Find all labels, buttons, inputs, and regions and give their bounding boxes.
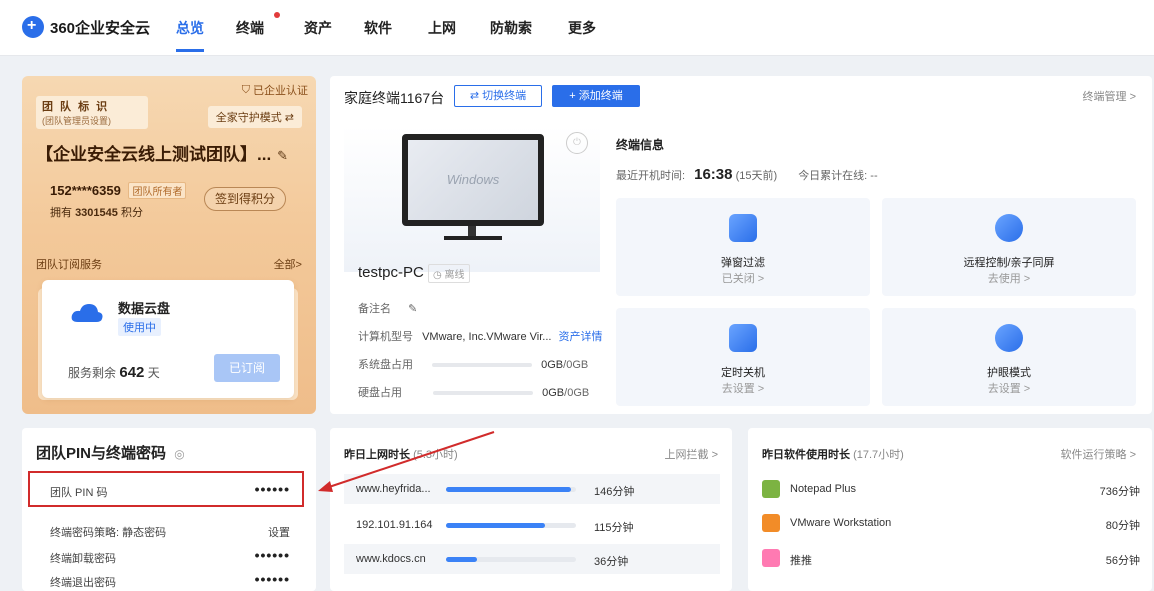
power-schedule-icon bbox=[729, 324, 757, 352]
shield-icon: ⛉ bbox=[241, 83, 250, 96]
pin-title: 团队PIN与终端密码 ◎ bbox=[36, 445, 185, 462]
logo-icon bbox=[22, 16, 44, 38]
software-usage-title: 昨日软件使用时长 (17.7小时) bbox=[762, 449, 904, 461]
model-row: 计算机型号 VMware, Inc.VMware Vir... 资产详情 bbox=[358, 331, 603, 343]
nav-internet[interactable]: 上网 bbox=[428, 18, 456, 38]
subscription-all-link[interactable]: 全部> bbox=[274, 256, 302, 272]
notepad-plus-icon bbox=[762, 480, 780, 498]
nav-terminal[interactable]: 终端 bbox=[236, 18, 264, 38]
nav-ransomware[interactable]: 防勒索 bbox=[490, 18, 532, 38]
team-tag: 团 队 标 识 (团队管理员设置) bbox=[36, 96, 148, 129]
internet-block-link[interactable]: 上网拦截 > bbox=[665, 446, 718, 462]
internet-usage-title: 昨日上网时长 (5.3小时) bbox=[344, 449, 458, 461]
nav-assets[interactable]: 资产 bbox=[304, 18, 332, 38]
pc-name: testpc-PC bbox=[358, 264, 424, 281]
list-item[interactable]: www.heyfrida... 146分钟 bbox=[344, 474, 720, 504]
owner-phone: 152****6359 团队所有者 bbox=[50, 182, 187, 199]
eye-care-tile[interactable]: 护眼模式 去设置 > bbox=[882, 308, 1136, 406]
points-info: 拥有 3301545 积分 bbox=[50, 207, 143, 219]
edit-icon[interactable]: ✎ bbox=[277, 148, 288, 163]
pc-preview: Windows bbox=[344, 126, 600, 272]
remote-control-tile[interactable]: 远程控制/亲子同屏 去使用 > bbox=[882, 198, 1136, 296]
note-row: 备注名 ✎ bbox=[358, 303, 418, 315]
usage-bar-fill bbox=[446, 487, 571, 492]
app-logo[interactable]: 360企业安全云 bbox=[22, 16, 150, 38]
eye-care-icon bbox=[995, 324, 1023, 352]
signin-button[interactable]: 签到得积分 bbox=[204, 187, 286, 211]
software-usage-panel: 昨日软件使用时长 (17.7小时) 软件运行策略 > Notepad Plus … bbox=[748, 428, 1152, 591]
top-navigation: 360企业安全云 总览 终端 资产 软件 上网 防勒索 更多 bbox=[0, 0, 1154, 56]
vmware-icon bbox=[762, 514, 780, 532]
usage-bar bbox=[446, 523, 576, 528]
list-item[interactable]: 192.101.91.164 115分钟 bbox=[344, 510, 720, 540]
nav-overview[interactable]: 总览 bbox=[176, 18, 204, 52]
switch-terminal-button[interactable]: ⇄ 切换终端 bbox=[454, 85, 542, 107]
uninstall-password-row: 终端卸载密码 •••••• bbox=[50, 547, 290, 565]
nav-software[interactable]: 软件 bbox=[364, 18, 392, 38]
enterprise-certified-badge: ⛉ 已企业认证 bbox=[241, 83, 308, 98]
pin-panel: 团队PIN与终端密码 ◎ 团队 PIN 码 •••••• 终端密码策略: 静态密… bbox=[22, 428, 316, 591]
monitor-icon: Windows bbox=[402, 134, 544, 226]
terminal-panel: 家庭终端1167台 ⇄ 切换终端 + 添加终端 终端管理 > Windows ⏻… bbox=[330, 76, 1152, 414]
policy-setting-link[interactable]: 设置 bbox=[268, 524, 290, 540]
team-name: 【企业安全云线上测试团队】... ✎ bbox=[36, 145, 289, 164]
usage-bar bbox=[446, 487, 576, 492]
usage-bar bbox=[446, 557, 576, 562]
service-remaining: 服务剩余 642 天 bbox=[68, 364, 160, 381]
terminal-manage-link[interactable]: 终端管理 > bbox=[1083, 88, 1136, 104]
hide-icon[interactable]: ◎ bbox=[174, 447, 184, 461]
owner-tag: 团队所有者 bbox=[128, 182, 187, 199]
team-card: ⛉ 已企业认证 团 队 标 识 (团队管理员设置) 全家守护模式 ⇄ 【企业安全… bbox=[22, 76, 316, 414]
hard-disk-bar bbox=[433, 391, 534, 396]
disk-name: 数据云盘 bbox=[118, 301, 171, 316]
guard-mode-toggle[interactable]: 全家守护模式 ⇄ bbox=[207, 106, 302, 128]
edit-note-icon[interactable]: ✎ bbox=[408, 303, 417, 315]
logo-text: 360企业安全云 bbox=[50, 19, 151, 37]
disk-status-badge: 使用中 bbox=[118, 318, 161, 336]
asset-detail-link[interactable]: 资产详情 bbox=[559, 331, 603, 343]
exit-password-row: 终端退出密码 •••••• bbox=[50, 571, 290, 589]
tuitui-icon bbox=[762, 549, 780, 567]
terminal-count-title: 家庭终端1167台 bbox=[344, 90, 445, 106]
popup-filter-tile[interactable]: 弹窗过滤 已关闭 > bbox=[616, 198, 870, 296]
system-disk-row: 系统盘占用 0GB/0GB bbox=[358, 359, 589, 371]
boot-info: 最近开机时间: 16:38 (15天前) 今日累计在线: -- bbox=[616, 166, 878, 183]
usage-bar-fill bbox=[446, 523, 545, 528]
nav-more[interactable]: 更多 bbox=[568, 18, 596, 38]
internet-usage-panel: 昨日上网时长 (5.3小时) 上网拦截 > www.heyfrida... 14… bbox=[330, 428, 732, 591]
remote-control-icon bbox=[995, 214, 1023, 242]
monitor-base bbox=[444, 236, 502, 240]
power-icon[interactable]: ⏻ bbox=[566, 132, 588, 154]
cloud-icon bbox=[71, 304, 103, 322]
add-terminal-button[interactable]: + 添加终端 bbox=[552, 85, 640, 107]
popup-filter-icon bbox=[729, 214, 757, 242]
terminal-info-heading: 终端信息 bbox=[616, 138, 665, 152]
scheduled-shutdown-tile[interactable]: 定时关机 去设置 > bbox=[616, 308, 870, 406]
password-policy-row: 终端密码策略: 静态密码 设置 bbox=[50, 524, 290, 540]
list-item[interactable]: www.kdocs.cn 36分钟 bbox=[344, 544, 720, 574]
highlight-box bbox=[28, 471, 304, 507]
hard-disk-row: 硬盘占用 0GB/0GB bbox=[358, 387, 590, 399]
subscription-title: 团队订阅服务 bbox=[36, 259, 102, 271]
notification-dot bbox=[274, 12, 280, 18]
offline-badge: ◷ 离线 bbox=[428, 264, 470, 283]
subscribed-button[interactable]: 已订阅 bbox=[214, 354, 280, 382]
system-disk-bar bbox=[432, 363, 533, 368]
software-policy-link[interactable]: 软件运行策略 > bbox=[1061, 446, 1136, 462]
usage-bar-fill bbox=[446, 557, 478, 562]
cloud-disk-card: 数据云盘 使用中 服务剩余 642 天 已订阅 bbox=[42, 280, 294, 398]
windows-label: Windows bbox=[446, 172, 500, 187]
